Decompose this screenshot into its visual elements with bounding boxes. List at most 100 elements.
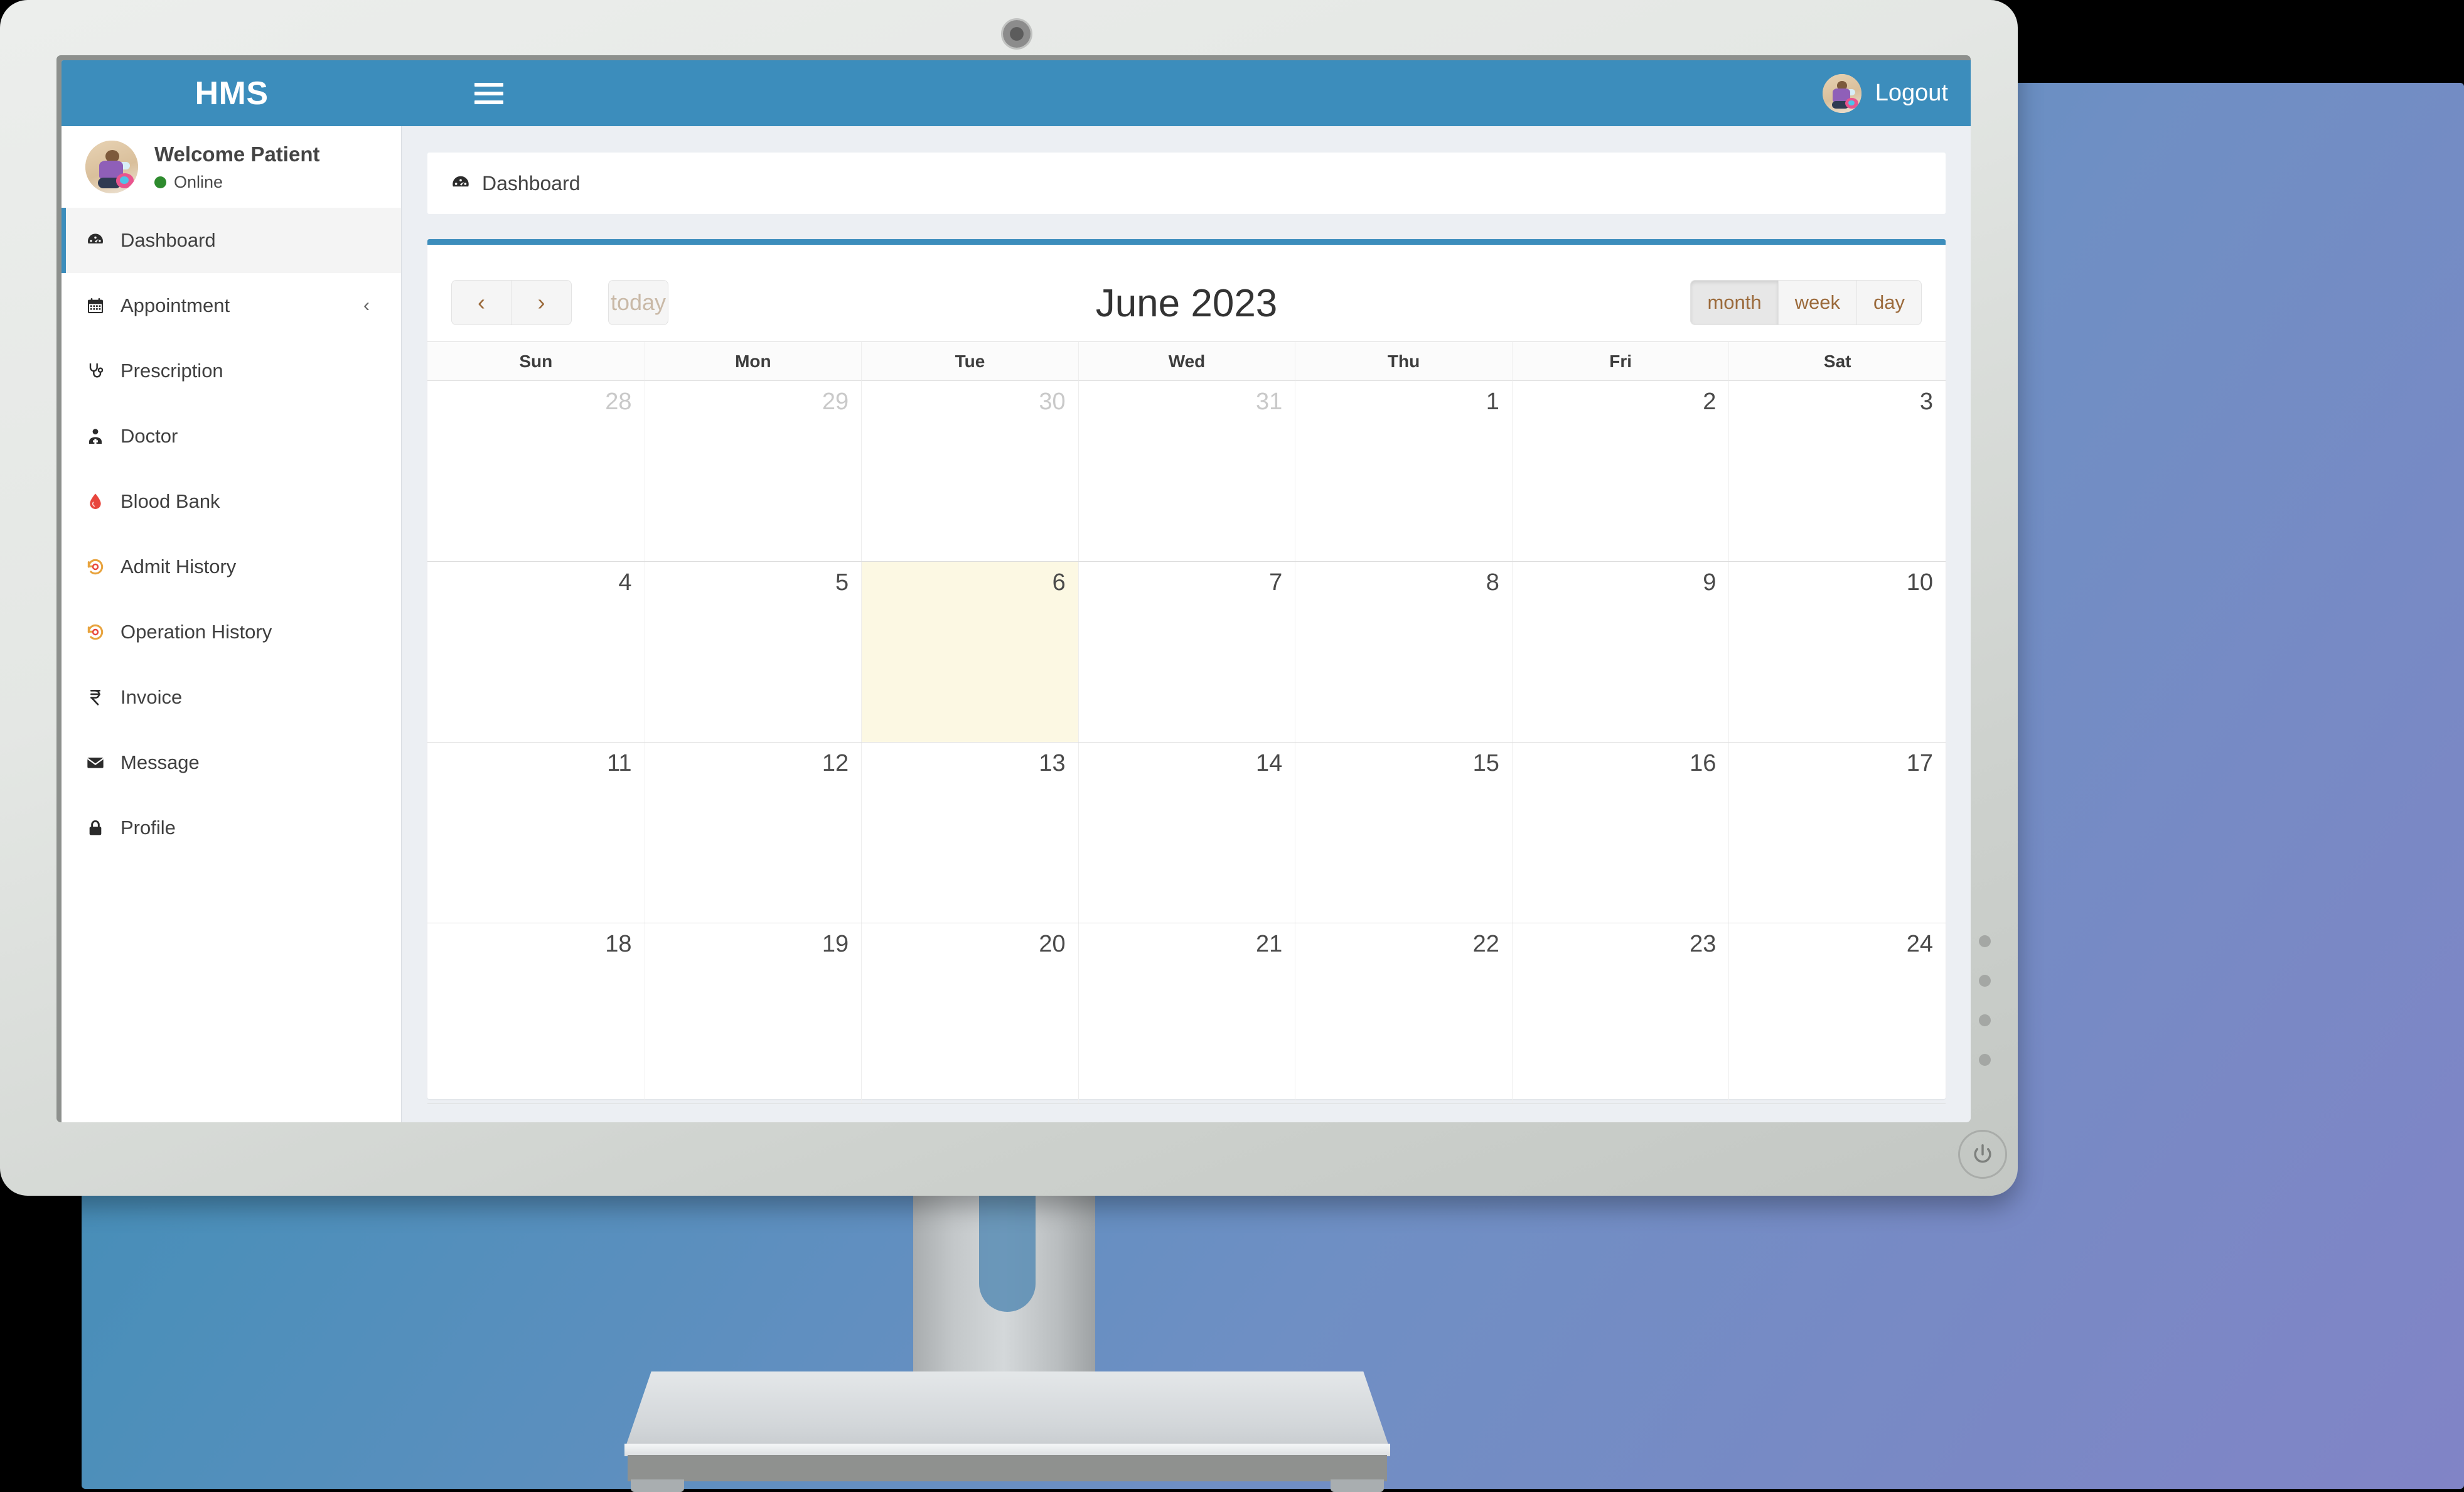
sidebar-item-doctor[interactable]: Doctor bbox=[62, 404, 401, 469]
hamburger-bar-2 bbox=[474, 92, 503, 95]
calendar-day-cell[interactable]: 18 bbox=[427, 923, 645, 1103]
calendar-day-cell[interactable]: 6 bbox=[861, 562, 1078, 742]
calendar-day-header-tue: Tue bbox=[861, 342, 1078, 381]
sidebar-item-dashboard[interactable]: Dashboard bbox=[62, 208, 401, 273]
calendar-day-cell[interactable]: 19 bbox=[645, 923, 862, 1103]
sidebar-item-label: Prescription bbox=[121, 360, 223, 382]
desktop-scene: HMS Logout bbox=[0, 0, 2464, 1489]
navbar-avatar bbox=[1823, 74, 1861, 113]
sidebar-item-appointment[interactable]: Appointment‹ bbox=[62, 273, 401, 338]
history-icon bbox=[85, 622, 121, 642]
sidebar: Welcome Patient Online DashboardAppointm… bbox=[62, 126, 402, 1122]
hamburger-bar-1 bbox=[474, 83, 503, 87]
calendar-nav-group: ‹ › bbox=[451, 280, 572, 325]
calendar-view-day-button[interactable]: day bbox=[1857, 280, 1922, 325]
doctor-icon bbox=[85, 426, 121, 446]
monitor-stand-base bbox=[624, 1371, 1390, 1450]
calendar-day-cell[interactable]: 12 bbox=[645, 743, 862, 923]
avatar bbox=[85, 141, 138, 193]
logout-button[interactable]: Logout bbox=[1823, 60, 1948, 126]
calendar-day-cell[interactable]: 9 bbox=[1512, 562, 1729, 742]
dashboard-icon bbox=[85, 230, 105, 250]
lock-icon bbox=[85, 818, 105, 838]
stethoscope-icon bbox=[85, 361, 105, 381]
calendar-day-cell[interactable]: 15 bbox=[1295, 743, 1512, 923]
calendar-view-month-button[interactable]: month bbox=[1690, 280, 1778, 325]
calendar-toolbar: ‹ › today June 2023 monthweekday bbox=[427, 266, 1946, 341]
bezel-control-dot-2[interactable] bbox=[1979, 975, 1991, 987]
sidebar-item-profile[interactable]: Profile bbox=[62, 795, 401, 861]
calendar-day-cell[interactable]: 3 bbox=[1728, 381, 1946, 561]
calendar-day-cell[interactable]: 21 bbox=[1078, 923, 1295, 1103]
calendar-day-cell[interactable]: 8 bbox=[1295, 562, 1512, 742]
sidebar-item-invoice[interactable]: Invoice bbox=[62, 665, 401, 730]
sidebar-item-label: Message bbox=[121, 751, 200, 774]
user-name: Welcome Patient bbox=[154, 142, 319, 166]
sidebar-item-message[interactable]: Message bbox=[62, 730, 401, 795]
sidebar-item-label: Appointment bbox=[121, 294, 230, 317]
sidebar-nav: DashboardAppointment‹ Prescription DoctorB… bbox=[62, 208, 401, 861]
calendar-week-row: 28293031123 bbox=[427, 381, 1946, 562]
calendar-day-cell[interactable]: 11 bbox=[427, 743, 645, 923]
hamburger-bar-3 bbox=[474, 100, 503, 104]
calendar-day-cell[interactable]: 16 bbox=[1512, 743, 1729, 923]
calendar-next-button[interactable]: › bbox=[512, 280, 572, 325]
calendar-day-cell[interactable]: 24 bbox=[1728, 923, 1946, 1103]
calendar-day-cell[interactable]: 22 bbox=[1295, 923, 1512, 1103]
app-brand-logo[interactable]: HMS bbox=[62, 60, 402, 126]
calendar-day-cell[interactable]: 17 bbox=[1728, 743, 1946, 923]
calendar-day-cell[interactable]: 7 bbox=[1078, 562, 1295, 742]
power-icon[interactable] bbox=[1958, 1130, 2007, 1179]
sidebar-item-operation-history[interactable]: Operation History bbox=[62, 599, 401, 665]
sidebar-item-blood-bank[interactable]: Blood Bank bbox=[62, 469, 401, 534]
calendar-day-cell[interactable]: 2 bbox=[1512, 381, 1729, 561]
main-content: Dashboard ‹ › today June 2023 monthweek bbox=[402, 126, 1971, 1122]
logout-label: Logout bbox=[1875, 80, 1948, 107]
calendar-prev-button[interactable]: ‹ bbox=[451, 280, 512, 325]
calendar-day-cell[interactable]: 5 bbox=[645, 562, 862, 742]
calendar-day-cell[interactable]: 10 bbox=[1728, 562, 1946, 742]
calendar-today-button[interactable]: today bbox=[608, 280, 668, 325]
calendar-day-cell[interactable]: 13 bbox=[861, 743, 1078, 923]
webcam-icon bbox=[1003, 20, 1031, 48]
envelope-icon bbox=[85, 753, 105, 773]
calendar-day-cell[interactable]: 30 bbox=[861, 381, 1078, 561]
sidebar-item-admit-history[interactable]: Admit History bbox=[62, 534, 401, 599]
calendar-week-row: 45678910 bbox=[427, 562, 1946, 743]
history-icon bbox=[85, 557, 121, 577]
calendar-day-cell[interactable]: 14 bbox=[1078, 743, 1295, 923]
calendar-icon bbox=[85, 296, 105, 316]
calendar-week-row: 11121314151617 bbox=[427, 743, 1946, 923]
calendar-week-row: 18192021222324 bbox=[427, 923, 1946, 1104]
calendar-day-cell[interactable]: 29 bbox=[645, 381, 862, 561]
calendar-day-cell[interactable]: 4 bbox=[427, 562, 645, 742]
sidebar-item-prescription[interactable]: Prescription bbox=[62, 338, 401, 404]
calendar-day-cell[interactable]: 1 bbox=[1295, 381, 1512, 561]
calendar-day-header-mon: Mon bbox=[645, 342, 862, 381]
lock-icon bbox=[85, 818, 121, 838]
sidebar-item-label: Operation History bbox=[121, 621, 272, 643]
history-icon bbox=[85, 622, 105, 642]
calendar-day-header-wed: Wed bbox=[1078, 342, 1295, 381]
breadcrumb-label: Dashboard bbox=[482, 172, 581, 195]
sidebar-item-label: Invoice bbox=[121, 686, 182, 709]
screen-frame: HMS Logout bbox=[56, 55, 1971, 1122]
calendar-icon bbox=[85, 296, 121, 316]
breadcrumb[interactable]: Dashboard bbox=[427, 153, 1946, 214]
bezel-control-dot-3[interactable] bbox=[1979, 1014, 1991, 1026]
calendar-day-cell[interactable]: 28 bbox=[427, 381, 645, 561]
sidebar-user-panel: Welcome Patient Online bbox=[62, 126, 401, 208]
history-icon bbox=[85, 557, 105, 577]
hamburger-icon[interactable] bbox=[474, 83, 503, 104]
calendar-day-header-sun: Sun bbox=[427, 342, 645, 381]
calendar-view-group: monthweekday bbox=[1690, 280, 1922, 325]
calendar-day-cell[interactable]: 31 bbox=[1078, 381, 1295, 561]
bezel-control-dot-4[interactable] bbox=[1979, 1054, 1991, 1066]
bezel-control-dot-1[interactable] bbox=[1979, 935, 1991, 947]
calendar-day-cell[interactable]: 20 bbox=[861, 923, 1078, 1103]
calendar-day-headers: SunMonTueWedThuFriSat bbox=[427, 341, 1946, 381]
calendar-view-week-button[interactable]: week bbox=[1779, 280, 1857, 325]
calendar-day-cell[interactable]: 23 bbox=[1512, 923, 1729, 1103]
envelope-icon bbox=[85, 753, 121, 773]
monitor-stand-foot-left bbox=[631, 1479, 684, 1492]
